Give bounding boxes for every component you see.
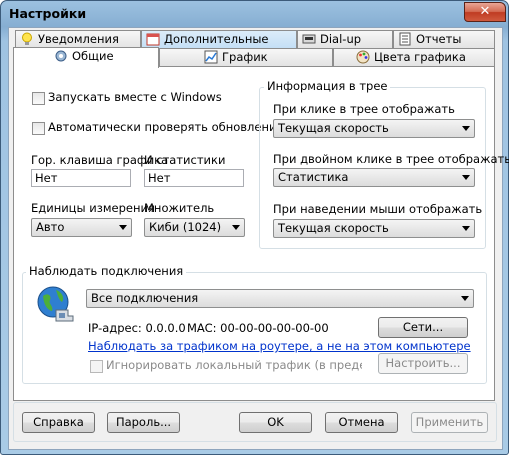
hotkey-stats-field[interactable]: Нет [144, 169, 244, 187]
tab-dialup[interactable]: Dial-up [297, 30, 393, 48]
chevron-down-icon [461, 296, 469, 301]
tab-graph-colors-label: Цвета графика [374, 50, 466, 64]
ignore-local-label: Игнорировать локальный трафик (в предела… [106, 358, 362, 372]
autostart-checkbox[interactable] [32, 92, 45, 105]
tray-dblclick-value: Статистика [278, 170, 349, 184]
tab-general-label: Общие [72, 49, 114, 63]
reports-icon [399, 32, 411, 46]
units-label: Единицы измерения [31, 201, 155, 215]
multiplier-label: Множитель [144, 201, 215, 215]
window-title: Настройки [9, 6, 87, 21]
tab-graph-colors[interactable]: Цвета графика [333, 48, 495, 66]
dialup-icon [302, 34, 316, 44]
tray-hover-label: При наведении мыши отображать [273, 202, 483, 216]
autostart-label: Запускать вместе с Windows [48, 90, 222, 104]
general-icon [55, 50, 67, 62]
ignore-local-checkbox[interactable] [90, 360, 103, 373]
calendar-icon [146, 33, 160, 46]
units-value: Авто [36, 220, 65, 234]
tab-advanced[interactable]: Дополнительные [141, 30, 297, 48]
router-traffic-link[interactable]: Наблюдать за трафиком на роутере, а не н… [88, 339, 471, 353]
apply-button[interactable]: Применить [411, 412, 488, 433]
graph-icon [204, 50, 218, 64]
connection-value: Все подключения [91, 291, 199, 305]
configure-button[interactable]: Настроить... [378, 353, 468, 374]
help-button[interactable]: Справка [22, 412, 95, 433]
network-globe-icon [37, 286, 74, 322]
tray-hover-dropdown[interactable]: Текущая скорость [273, 219, 475, 238]
hotkey-graph-field[interactable]: Нет [31, 169, 131, 187]
ip-address-text: IP-адрес: 0.0.0.0 [88, 321, 186, 335]
tab-reports[interactable]: Отчеты [393, 30, 495, 48]
tab-graph-label: График [222, 50, 268, 64]
cancel-button[interactable]: Отмена [325, 412, 398, 433]
tab-graph[interactable]: График [159, 48, 333, 66]
close-icon: ✕ [479, 4, 491, 19]
tray-dblclick-label: При двойном клике в трее отображать [273, 152, 509, 166]
tab-reports-label: Отчеты [416, 32, 462, 46]
close-button[interactable]: ✕ [464, 2, 506, 22]
ok-button[interactable]: OK [239, 412, 312, 433]
chevron-down-icon [119, 225, 127, 230]
password-button[interactable]: Пароль... [107, 412, 180, 433]
units-dropdown[interactable]: Авто [31, 218, 132, 237]
tab-notifications-label: Уведомления [38, 32, 119, 46]
multiplier-value: Киби (1024) [149, 220, 222, 234]
networks-button[interactable]: Сети... [378, 317, 468, 338]
tab-advanced-label: Дополнительные [164, 32, 269, 46]
tray-hover-value: Текущая скорость [278, 221, 389, 235]
tab-general[interactable]: Общие [13, 47, 159, 68]
general-panel: Запускать вместе с Windows Автоматически… [13, 66, 509, 401]
connections-title: Наблюдать подключения [26, 264, 187, 278]
chevron-down-icon [462, 226, 470, 231]
chevron-down-icon [462, 175, 470, 180]
tray-click-dropdown[interactable]: Текущая скорость [273, 119, 475, 138]
tray-click-value: Текущая скорость [278, 121, 389, 135]
palette-icon [356, 50, 370, 64]
bulb-icon [22, 32, 32, 45]
tab-dialup-label: Dial-up [320, 32, 362, 46]
mac-address-text: MAC: 00-00-00-00-00-00 [187, 321, 329, 335]
autoupdate-checkbox[interactable] [32, 122, 45, 135]
tray-click-label: При клике в трее отображать [273, 102, 455, 116]
tray-info-title: Информация в трее [264, 79, 391, 93]
tab-notifications[interactable]: Уведомления [15, 30, 141, 48]
hotkey-stats-label: И статистики [144, 153, 226, 167]
connection-dropdown[interactable]: Все подключения [86, 289, 474, 308]
chevron-down-icon [462, 126, 470, 131]
tray-dblclick-dropdown[interactable]: Статистика [273, 168, 475, 187]
autoupdate-label: Автоматически проверять обновления [48, 120, 284, 134]
multiplier-dropdown[interactable]: Киби (1024) [144, 218, 245, 237]
chevron-down-icon [232, 225, 240, 230]
